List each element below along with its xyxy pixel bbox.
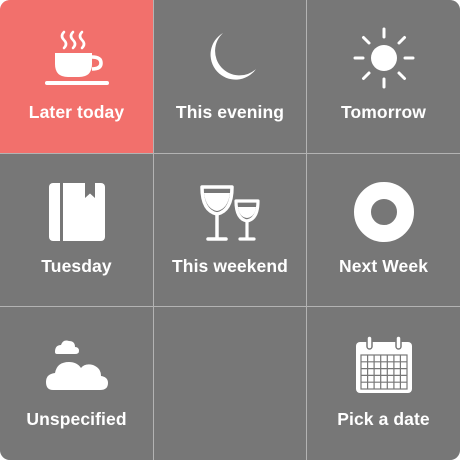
option-label: Tomorrow: [340, 102, 427, 122]
option-label: Pick a date: [337, 409, 430, 429]
option-label: Next Week: [338, 256, 429, 276]
option-label: Unspecified: [26, 409, 127, 429]
sun-icon: [307, 22, 460, 94]
option-this-evening[interactable]: This evening: [154, 0, 306, 153]
option-label: This weekend: [172, 256, 288, 276]
wine-glasses-icon: [154, 176, 306, 248]
option-label: Tuesday: [41, 256, 112, 276]
coffee-cup-icon: [0, 22, 153, 94]
cloud-icon: [0, 329, 153, 401]
snooze-options-grid: Later today This evening Tomorrow Tuesda…: [0, 0, 460, 460]
option-unspecified[interactable]: Unspecified: [0, 307, 153, 460]
ring-icon: [307, 176, 460, 248]
notebook-icon: [0, 176, 153, 248]
option-label: Later today: [28, 102, 125, 122]
option-tomorrow[interactable]: Tomorrow: [307, 0, 460, 153]
calendar-icon: [307, 329, 460, 401]
moon-icon: [154, 22, 306, 94]
option-next-week[interactable]: Next Week: [307, 154, 460, 306]
option-label: This evening: [175, 102, 285, 122]
option-tuesday[interactable]: Tuesday: [0, 154, 153, 306]
snooze-options-panel: Later today This evening Tomorrow Tuesda…: [0, 0, 460, 460]
option-pick-a-date[interactable]: Pick a date: [307, 307, 460, 460]
option-this-weekend[interactable]: This weekend: [154, 154, 306, 306]
empty-tile: [154, 307, 306, 460]
option-later-today[interactable]: Later today: [0, 0, 153, 153]
